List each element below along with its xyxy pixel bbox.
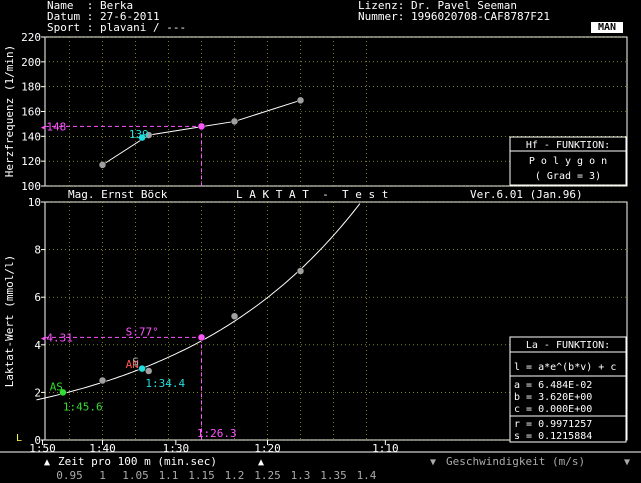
la-curve: [36, 203, 361, 401]
la-param-c: c = 0.000E+00: [514, 404, 592, 415]
data-point: [197, 333, 206, 342]
speed-tick-label: 1.3: [291, 469, 311, 482]
test-title: L A K T A T - T e s t: [236, 188, 388, 201]
data-point: [144, 367, 153, 375]
point-label: S: [132, 355, 139, 368]
data-point: [296, 267, 305, 275]
time-ticks: 1:50 1:40 1:30 1:20 1:10: [29, 440, 399, 455]
y-tick-label: 10: [28, 196, 41, 209]
version-label: Ver.6.01 (Jan.96): [470, 188, 583, 201]
time-tick-label: 1:30: [163, 442, 190, 455]
point-label: 1:26.3: [197, 427, 237, 440]
speed-tick-label: 0.95: [56, 469, 83, 482]
y-tick-label: 160: [21, 106, 41, 119]
speed-tick-label: 1.1: [159, 469, 179, 482]
data-point: [230, 117, 239, 126]
corner-label: L: [16, 433, 22, 444]
data-point: [197, 122, 206, 131]
time-tick-label: 1:50: [29, 442, 56, 455]
time-tick-label: 1:10: [372, 442, 399, 455]
la-box-formula: l = a*e^(b*v) + c: [514, 362, 616, 373]
y-tick-label: 200: [21, 56, 41, 69]
data-point: [138, 364, 146, 373]
la-param-s: s = 0.1215884: [514, 431, 592, 442]
la-param-r: r = 0.9971257: [514, 419, 592, 430]
chart-canvas: 100120140160180200220 0246810 Herzfreque…: [0, 31, 641, 482]
y-tick-label: 2: [34, 386, 41, 399]
point-label: AS: [50, 380, 63, 393]
y-tick-label: 140: [21, 130, 41, 143]
speed-tick-label: 1.2: [225, 469, 245, 482]
data-point: [98, 376, 107, 385]
data-point: [296, 96, 305, 105]
y-tick-label: 120: [21, 155, 41, 168]
time-tick-label: 1:40: [89, 442, 116, 455]
speed-axis-arrow-right: ▼: [624, 457, 630, 468]
y-tick-label: 8: [34, 244, 41, 257]
guide-lines: [45, 125, 202, 440]
speed-axis-arrow-left: ▼: [430, 457, 436, 468]
y-tick-label: 220: [21, 31, 41, 44]
la-box-title: La - FUNKTION:: [526, 340, 610, 351]
la-y-title: Laktat-Wert (mmol/l): [3, 255, 16, 387]
la-param-b: b = 3.620E+00: [514, 392, 592, 403]
speed-tick-label: 1.25: [254, 469, 281, 482]
speed-tick-label: 1.05: [122, 469, 149, 482]
time-axis-arrow-right: ▲: [258, 457, 264, 468]
hf-y-title: Herzfrequenz (1/min): [3, 45, 16, 177]
point-label: ◂4.31: [40, 331, 73, 344]
hf-y-ticks: 100 120 140 160 180 200 220: [21, 31, 45, 193]
time-tick-label: 1:20: [254, 442, 281, 455]
speed-tick-label: 1: [99, 469, 106, 482]
hf-box-title: Hf - FUNKTION:: [526, 140, 610, 151]
author-label: Mag. Ernst Böck: [68, 188, 168, 201]
y-tick-label: 6: [34, 291, 41, 304]
time-axis-arrow-left: ▲: [44, 457, 50, 468]
data-point: [98, 161, 107, 169]
point-label: 1:45.6: [63, 401, 103, 414]
speed-tick-label: 1.15: [188, 469, 215, 482]
y-tick-label: 100: [21, 180, 41, 193]
la-function-box: La - FUNKTION: l = a*e^(b*v) + c a = 6.4…: [509, 336, 627, 443]
speed-tick-label: 1.4: [357, 469, 377, 482]
speed-ticks: 0.95 1 1.05 1.1 1.15 1.2 1.25 1.3 1.35 1.4: [56, 469, 377, 482]
point-label: 1:34.4: [145, 377, 185, 390]
hf-box-type: P o l y g o n: [529, 156, 607, 167]
hf-labels: ◂148 139: [40, 120, 149, 140]
point-label: 139: [129, 128, 149, 141]
la-y-ticks: 0246810: [28, 196, 45, 447]
la-series: [36, 203, 361, 401]
la-param-a: a = 6.484E-02: [514, 380, 592, 391]
speed-tick-label: 1.35: [320, 469, 347, 482]
y-tick-label: 180: [21, 81, 41, 94]
hf-function-box: Hf - FUNKTION: P o l y g o n ( Grad = 3): [509, 136, 627, 186]
time-axis-label: Zeit pro 100 m (min.sec): [58, 455, 217, 468]
point-label: S:77°: [126, 326, 159, 339]
speed-axis-label: Geschwindigkeit (m/s): [446, 455, 585, 468]
hf-box-grade: ( Grad = 3): [535, 171, 601, 182]
point-label: ◂148: [40, 120, 67, 133]
data-point: [230, 312, 239, 320]
